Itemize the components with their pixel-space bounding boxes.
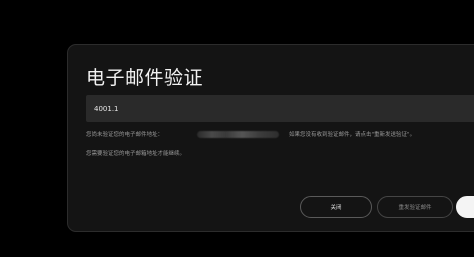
verification-code-input[interactable]: [86, 95, 474, 122]
info-suffix: 如果您没有收到验证邮件，请点击"重新发送验证"。: [289, 132, 416, 138]
info-prefix: 您尚未验证您的电子邮件地址：: [86, 132, 164, 138]
obscured-email-address: [197, 130, 280, 138]
screen: 电子邮件验证 您尚未验证您的电子邮件地址： 如果您没有收到验证邮件，请点击"重新…: [0, 0, 474, 257]
dialog-title: 电子邮件验证: [86, 67, 204, 89]
verification-info: 您尚未验证您的电子邮件地址： 如果您没有收到验证邮件，请点击"重新发送验证"。: [86, 129, 415, 139]
close-button[interactable]: 关闭: [300, 196, 372, 218]
resend-verification-button[interactable]: 重发验证邮件: [377, 196, 453, 218]
email-verification-dialog: 电子邮件验证 您尚未验证您的电子邮件地址： 如果您没有收到验证邮件，请点击"重新…: [67, 44, 474, 232]
primary-button[interactable]: [456, 196, 474, 218]
verification-required-note: 您需要验证您的电子邮箱地址才能继续。: [86, 151, 186, 157]
